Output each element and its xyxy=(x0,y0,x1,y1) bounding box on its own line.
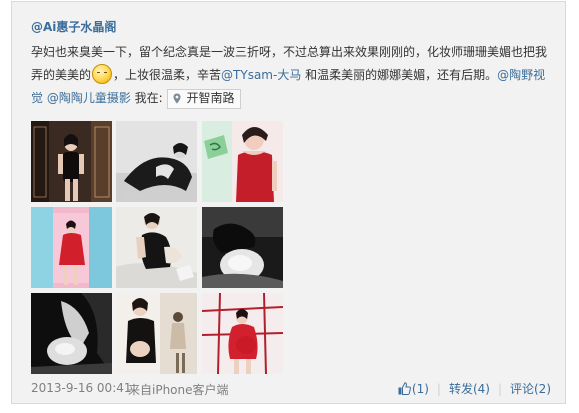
post-text-segment: 我在: xyxy=(130,91,163,105)
smile-emoji-icon xyxy=(92,64,113,84)
photo-thumbnail-3[interactable] xyxy=(202,121,283,202)
post-text: 孕妇也来臭美一下，留个纪念真是一波三折呀，不过总算出来效果刚刚的，化妆师珊珊美媚… xyxy=(31,41,551,110)
post-date[interactable]: 2013-9-16 00:41 xyxy=(31,381,132,395)
action-divider: | xyxy=(436,382,441,396)
comment-button[interactable]: 评论(2) xyxy=(510,382,551,396)
photo-thumbnail-8[interactable] xyxy=(116,293,197,374)
like-count: (1) xyxy=(411,382,429,396)
photo-thumbnail-6[interactable] xyxy=(202,207,283,288)
location-tag[interactable]: 开智南路 xyxy=(166,88,241,109)
thumbs-up-icon xyxy=(398,382,411,395)
photo-thumbnail-2[interactable] xyxy=(116,121,197,202)
photo-thumbnail-5[interactable] xyxy=(116,207,197,288)
like-button[interactable]: (1) xyxy=(398,382,429,396)
location-label: 开智南路 xyxy=(186,91,235,105)
action-divider: | xyxy=(497,382,502,396)
photo-thumbnail-4[interactable] xyxy=(31,207,112,288)
weibo-post-card: @Ai惠子水晶阁 孕妇也来臭美一下，留个纪念真是一波三折呀，不过总算出来效果刚刚… xyxy=(11,1,566,404)
photo-thumbnail-9[interactable] xyxy=(202,293,283,374)
photo-thumbnail-1[interactable] xyxy=(31,121,112,202)
mention-tysam[interactable]: @TYsam-大马 xyxy=(221,68,301,82)
post-text-segment: 和温柔美丽的娜娜美媚，还有后期。 xyxy=(301,68,498,82)
post-text-segment: ，上妆很温柔，辛苦 xyxy=(113,68,222,82)
repost-button[interactable]: 转发(4) xyxy=(449,382,490,396)
photo-grid xyxy=(31,121,283,374)
post-author[interactable]: @Ai惠子水晶阁 xyxy=(31,18,116,35)
post-actions: (1) | 转发(4) | 评论(2) xyxy=(398,380,551,397)
mention-taotao-photo[interactable]: @陶陶儿童摄影 xyxy=(47,91,131,105)
photo-thumbnail-7[interactable] xyxy=(31,293,112,374)
post-source: 来自iPhone客户端 xyxy=(128,383,229,397)
location-pin-icon xyxy=(173,93,181,104)
